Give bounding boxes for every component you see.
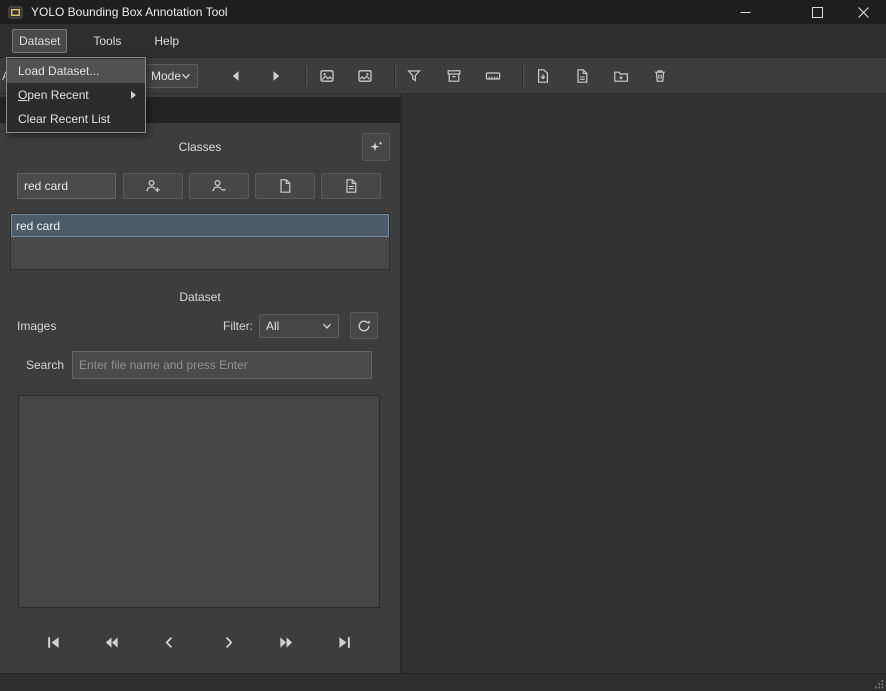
auto-class-button[interactable] [362,133,390,161]
archive-tool-button[interactable] [442,64,466,88]
class-list-item[interactable]: red card [11,214,389,237]
prev-image-button[interactable] [224,64,248,88]
combo-chevron-icon [322,321,332,331]
app-window: { "window": { "title": "YOLO Bounding Bo… [0,0,886,691]
file-icon [574,68,590,84]
nav-fast-prev-icon [103,634,120,651]
mode-combobox[interactable]: Mode [144,64,198,88]
annotation-canvas[interactable] [402,94,886,673]
menu-tools[interactable]: Tools [86,29,128,53]
nav-first-icon [45,634,62,651]
page-lines-icon [343,178,359,194]
close-icon [858,7,869,18]
left-panel: Classes [0,94,402,673]
ruler-icon [485,68,501,84]
image-icon [357,68,373,84]
prev-button[interactable] [155,627,185,657]
menu-item-clear-recent[interactable]: Clear Recent List [7,107,145,131]
minimize-icon [740,7,751,18]
toolbar-separator [305,65,306,87]
filter-row: Images Filter: All [0,312,400,339]
ruler-tool-button[interactable] [481,64,505,88]
remove-class-button[interactable] [189,173,249,199]
import-file-button[interactable] [531,64,555,88]
add-class-button[interactable] [123,173,183,199]
archive-icon [446,68,462,84]
fast-prev-button[interactable] [96,627,126,657]
image-tool-button-1[interactable] [315,64,339,88]
nav-last-icon [336,634,353,651]
maximize-icon [812,7,823,18]
window-controls [722,0,886,24]
minimize-button[interactable] [722,0,768,24]
window-title: YOLO Bounding Box Annotation Tool [31,5,228,19]
person-add-icon [145,178,161,194]
page-icon [277,178,293,194]
file-import-icon [535,68,551,84]
menu-item-open-recent[interactable]: Open Recent [7,83,145,107]
last-image-button[interactable] [330,627,360,657]
class-name-input[interactable] [17,173,116,199]
nav-fast-next-icon [278,634,295,651]
next-button[interactable] [213,627,243,657]
trash-icon [652,68,668,84]
filter-combobox-value: All [266,319,279,333]
image-icon [319,68,335,84]
class-item-label: red card [16,219,60,233]
app-icon [8,5,23,20]
folder-add-icon [613,68,629,84]
images-label: Images [17,319,56,333]
class-list[interactable]: red card [10,213,390,270]
combo-chevron-icon [181,71,191,81]
prev-arrow-icon [228,68,244,84]
submenu-arrow-icon [131,91,136,99]
image-list[interactable] [18,395,380,608]
filter-label: Filter: [223,319,253,333]
search-row: Search [0,351,400,379]
dataset-dropdown-menu: Load Dataset... Open Recent Clear Recent… [6,57,146,133]
classes-header: Classes [0,133,400,161]
dataset-title: Dataset [0,290,400,304]
delete-button[interactable] [648,64,672,88]
statusbar [0,673,886,691]
funnel-icon [406,68,422,84]
first-image-button[interactable] [38,627,68,657]
filter-tool-button[interactable] [402,64,426,88]
nav-prev-icon [161,634,178,651]
next-arrow-icon [268,68,284,84]
filter-combobox[interactable]: All [259,314,339,338]
person-remove-icon [211,178,227,194]
mode-combobox-value: Mode [151,69,181,83]
main-area: Classes [0,94,886,673]
refresh-icon [356,318,372,334]
maximize-button[interactable] [794,0,840,24]
classes-title: Classes [179,140,222,154]
search-label: Search [26,358,64,372]
file-button[interactable] [570,64,594,88]
sparkle-icon [368,139,384,155]
refresh-button[interactable] [350,312,378,339]
search-input[interactable] [72,351,372,379]
titlebar: YOLO Bounding Box Annotation Tool [0,0,886,24]
next-image-button[interactable] [264,64,288,88]
menu-help[interactable]: Help [147,29,186,53]
menu-dataset[interactable]: Dataset [12,29,67,53]
image-tool-button-2[interactable] [353,64,377,88]
save-classes-button[interactable] [321,173,381,199]
menu-item-label: Clear Recent List [18,112,110,126]
menu-item-label: Load Dataset... [18,64,99,78]
class-edit-row [17,173,400,199]
menubar: Dataset Tools Help [0,24,886,57]
resize-grip-icon[interactable] [874,679,884,689]
image-nav-row [0,627,400,657]
nav-next-icon [220,634,237,651]
fast-next-button[interactable] [272,627,302,657]
toolbar-separator [522,65,523,87]
load-classes-button[interactable] [255,173,315,199]
toolbar-separator [394,65,395,87]
menu-item-label: Open Recent [18,88,89,102]
menu-item-load-dataset[interactable]: Load Dataset... [7,59,145,83]
open-folder-button[interactable] [609,64,633,88]
close-button[interactable] [840,0,886,24]
